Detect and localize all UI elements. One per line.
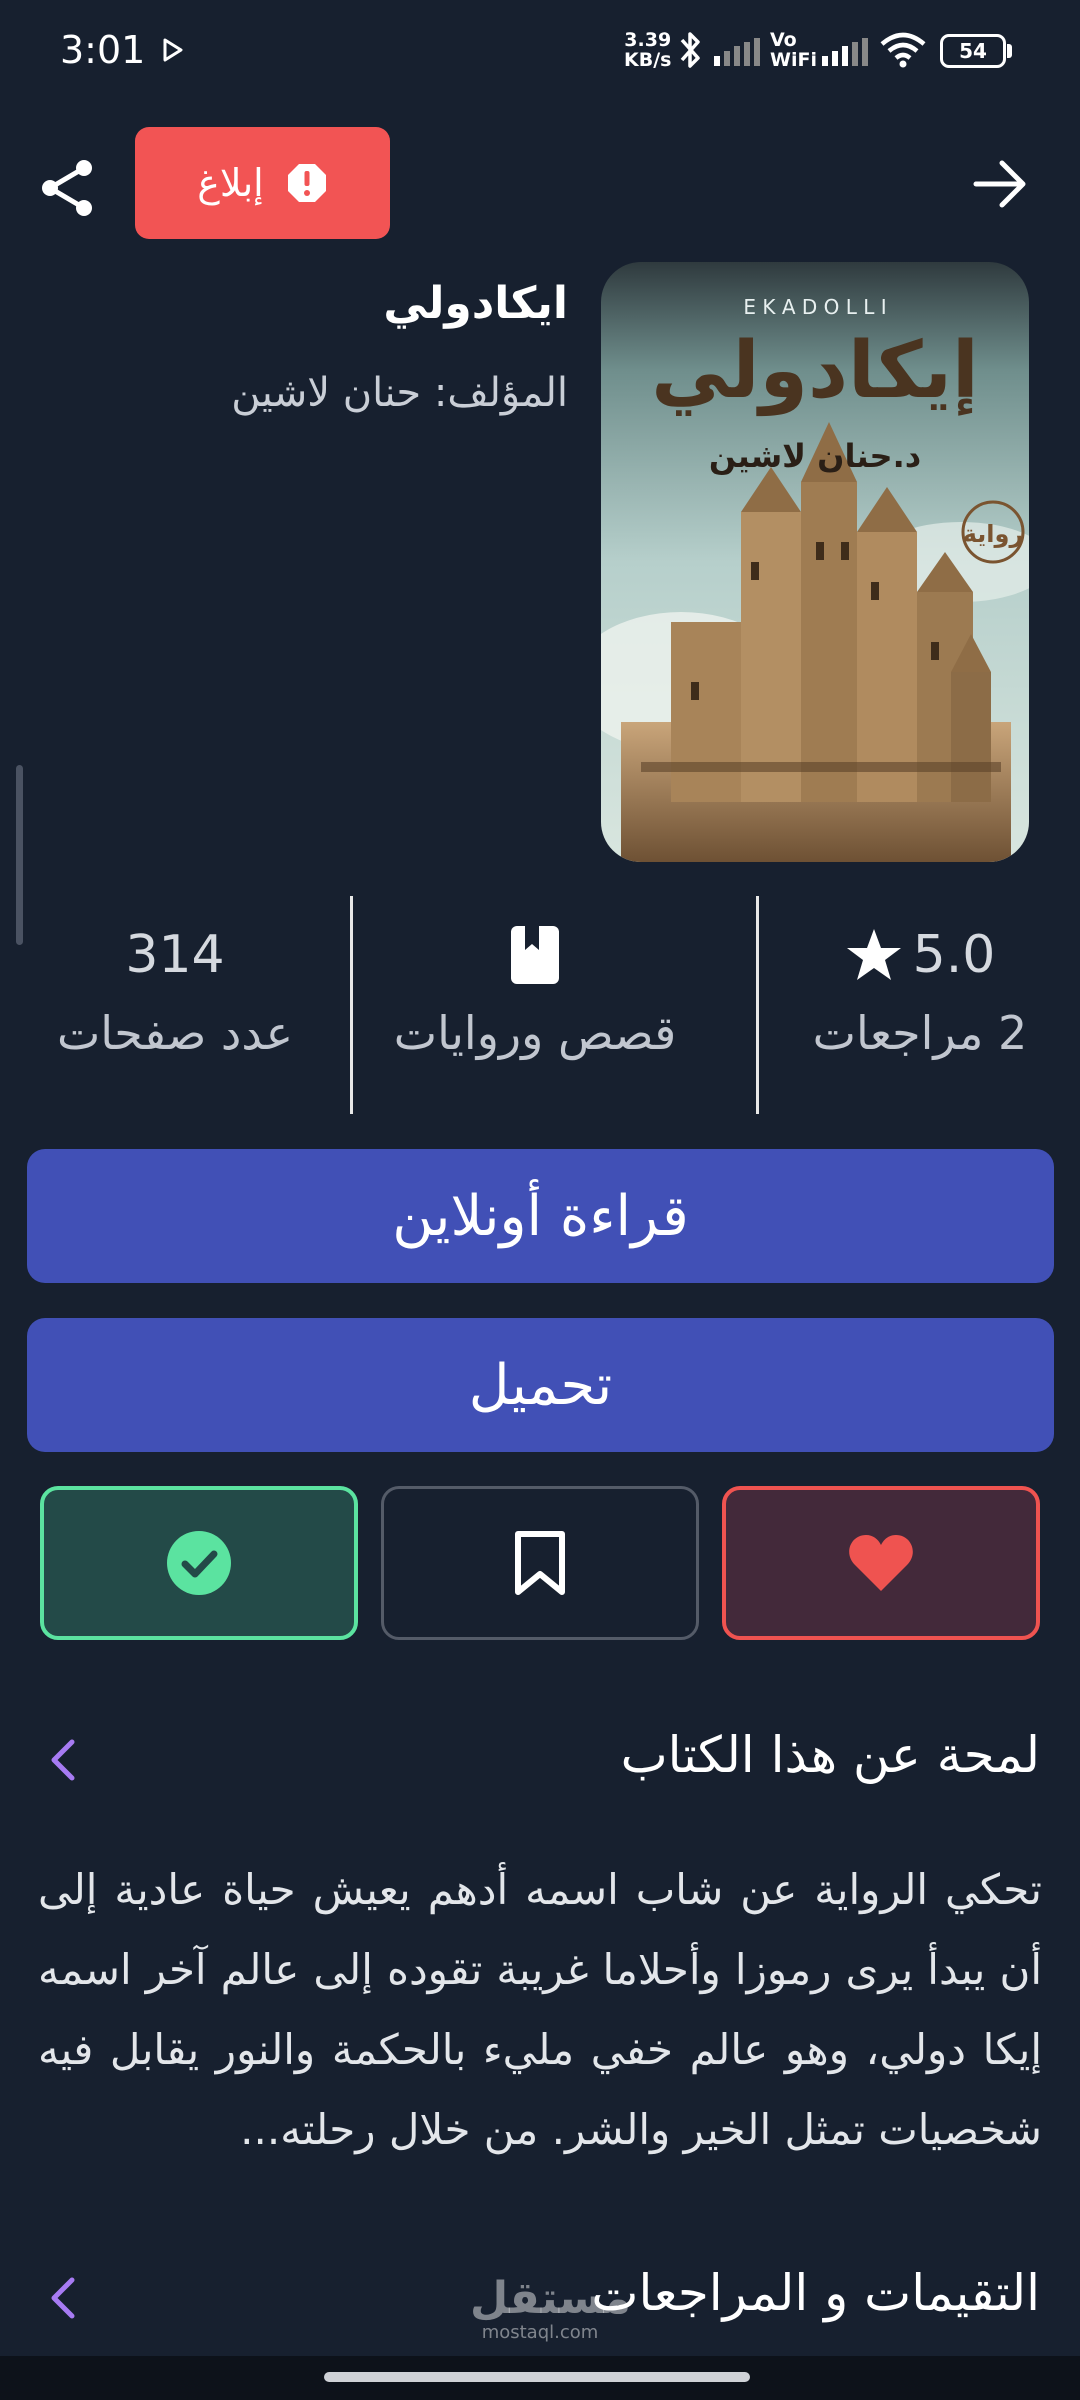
book-author: المؤلف: حنان لاشين — [231, 370, 568, 416]
rating-stat: 5.0 2 مراجعات — [755, 920, 1080, 1060]
alert-icon — [287, 164, 326, 202]
bluetooth-icon — [680, 32, 700, 68]
cover-badge: رواية — [963, 520, 1024, 548]
status-time: 3:01 — [60, 28, 146, 72]
read-online-button[interactable]: قراءة أونلاين — [27, 1149, 1054, 1283]
heart-icon — [849, 1535, 913, 1591]
network-speed: 3.39 KB/s — [624, 29, 672, 71]
book-cover-image: E K A D O L L I إيكادولي د.حنان لاشين رو… — [601, 262, 1029, 862]
reviews-title: التقيمات و المراجعات — [591, 2264, 1040, 2322]
download-button[interactable]: تحميل — [27, 1318, 1054, 1452]
book-title: ايكادولي — [383, 278, 568, 329]
stat-divider — [756, 896, 759, 1114]
vowifi-indicator: Vo WiFi — [770, 29, 817, 71]
battery-indicator: 54 — [940, 34, 1006, 68]
bookmark-icon — [515, 1531, 565, 1595]
rating-value: 5.0 — [912, 925, 996, 985]
cell-signal-icon — [714, 38, 760, 66]
mark-read-button[interactable] — [40, 1486, 358, 1640]
share-icon[interactable] — [38, 158, 98, 218]
play-store-icon — [163, 38, 183, 62]
cover-author: د.حنان لاشين — [709, 437, 921, 475]
bookmark-button[interactable] — [381, 1486, 699, 1640]
category-label: قصص وروايات — [393, 1006, 677, 1060]
report-label: إبلاغ — [197, 161, 264, 205]
cover-latin-title: E K A D O L L I — [743, 295, 886, 319]
stat-divider — [350, 896, 353, 1114]
pages-value: 314 — [125, 925, 225, 985]
pages-stat: 314 عدد صفحات — [10, 920, 340, 1060]
battery-tip — [1007, 44, 1012, 58]
check-circle-icon — [167, 1531, 231, 1595]
about-title: لمحة عن هذا الكتاب — [620, 1726, 1040, 1784]
report-button[interactable]: إبلاغ — [135, 127, 390, 239]
star-icon — [846, 929, 901, 980]
cover-arabic-title: إيكادولي — [651, 326, 978, 417]
wifi-icon — [880, 32, 926, 68]
about-description: تحكي الرواية عن شاب اسمه أدهم يعيش حياة … — [38, 1865, 1042, 2154]
favorite-button[interactable] — [722, 1486, 1040, 1640]
book-icon — [511, 926, 559, 984]
status-bar: 3:01 3.39 KB/s Vo WiFi 54 — [0, 0, 1080, 100]
book-cover[interactable]: E K A D O L L I إيكادولي د.حنان لاشين رو… — [601, 262, 1029, 862]
mostaql-watermark: مستقل mostaql.com — [470, 2273, 631, 2343]
reviews-count: 2 مراجعات — [812, 1006, 1028, 1060]
scrollbar[interactable] — [16, 765, 23, 945]
chevron-left-icon[interactable] — [48, 2276, 78, 2320]
category-stat: قصص وروايات — [370, 920, 700, 1060]
pages-label: عدد صفحات — [56, 1006, 294, 1060]
back-arrow-icon[interactable] — [972, 158, 1028, 210]
cell-signal-2-icon — [822, 38, 868, 66]
home-indicator[interactable] — [324, 2372, 750, 2382]
chevron-left-icon[interactable] — [48, 1738, 78, 1782]
